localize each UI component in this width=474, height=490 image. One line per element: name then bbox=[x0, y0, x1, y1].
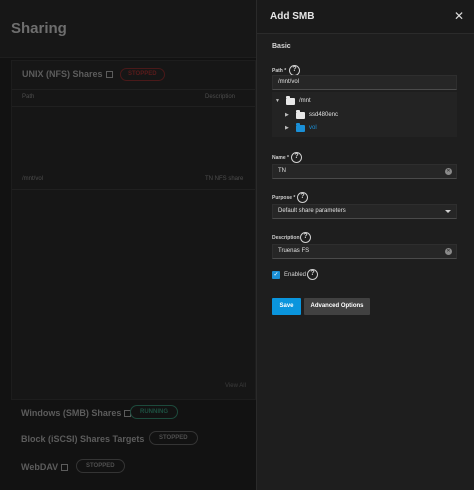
divider bbox=[12, 106, 255, 107]
webdav-title[interactable]: WebDAV bbox=[21, 462, 69, 472]
section-basic: Basic bbox=[272, 43, 291, 50]
external-link-icon bbox=[105, 71, 113, 79]
path-label: Path * bbox=[272, 68, 287, 74]
panel-title: Add SMB bbox=[270, 11, 315, 22]
divider bbox=[12, 189, 255, 190]
chevron-right-icon[interactable]: ▶ bbox=[285, 123, 289, 133]
iscsi-shares-title[interactable]: Block (iSCSI) Shares Targets bbox=[21, 434, 144, 444]
clear-icon[interactable]: ✕ bbox=[445, 248, 452, 255]
smb-shares-title[interactable]: Windows (SMB) Shares bbox=[21, 408, 132, 418]
nfs-row-path: /mnt/vol bbox=[22, 176, 44, 182]
column-header-path: Path bbox=[22, 94, 35, 100]
purpose-label: Purpose * bbox=[272, 195, 296, 201]
webdav-status-badge[interactable]: STOPPED bbox=[76, 459, 125, 473]
add-smb-panel: Add SMB ✕ Basic Path * ? /mnt/vol ▼ /mnt… bbox=[256, 0, 474, 490]
description-input[interactable]: Truenas FS ✕ bbox=[272, 244, 457, 259]
help-icon[interactable]: ? bbox=[297, 192, 308, 203]
enabled-label: Enabled bbox=[284, 272, 307, 278]
panel-header: Add SMB ✕ bbox=[257, 0, 474, 34]
page-title: Sharing bbox=[11, 20, 67, 37]
external-link-icon bbox=[61, 464, 69, 472]
help-icon[interactable]: ? bbox=[300, 232, 311, 243]
nfs-row-description: TN NFS share bbox=[205, 176, 244, 182]
chevron-right-icon[interactable]: ▶ bbox=[285, 110, 289, 120]
nfs-card-title[interactable]: UNIX (NFS) Shares bbox=[22, 69, 113, 79]
smb-status-badge[interactable]: RUNNING bbox=[130, 405, 178, 419]
path-tree: ▼ /mnt ▶ ssd480enc ▶ vol bbox=[272, 92, 457, 137]
iscsi-status-badge[interactable]: STOPPED bbox=[149, 431, 198, 445]
folder-icon bbox=[296, 110, 305, 119]
nfs-status-badge[interactable]: STOPPED bbox=[120, 68, 165, 81]
nfs-shares-card: UNIX (NFS) Shares STOPPED Path Descripti… bbox=[11, 60, 256, 400]
name-input[interactable]: TN ✕ bbox=[272, 164, 457, 179]
purpose-select[interactable]: Default share parameters bbox=[272, 204, 457, 219]
column-header-description: Description bbox=[205, 94, 236, 100]
close-icon[interactable]: ✕ bbox=[452, 9, 466, 23]
chevron-down-icon[interactable]: ▼ bbox=[275, 96, 280, 106]
help-icon[interactable]: ? bbox=[291, 152, 302, 163]
advanced-options-button[interactable]: Advanced Options bbox=[304, 298, 370, 315]
folder-icon bbox=[296, 123, 305, 132]
dropdown-arrow-icon bbox=[445, 210, 451, 213]
enabled-checkbox[interactable]: ✓ bbox=[272, 271, 280, 279]
save-button[interactable]: Save bbox=[272, 298, 301, 315]
view-all-link[interactable]: View All bbox=[225, 383, 246, 389]
folder-icon bbox=[286, 96, 295, 105]
name-label: Name * bbox=[272, 155, 289, 161]
description-label: Description bbox=[272, 235, 300, 241]
divider bbox=[12, 89, 255, 90]
path-input[interactable]: /mnt/vol bbox=[272, 75, 457, 90]
help-icon[interactable]: ? bbox=[307, 269, 318, 280]
clear-icon[interactable]: ✕ bbox=[445, 168, 452, 175]
